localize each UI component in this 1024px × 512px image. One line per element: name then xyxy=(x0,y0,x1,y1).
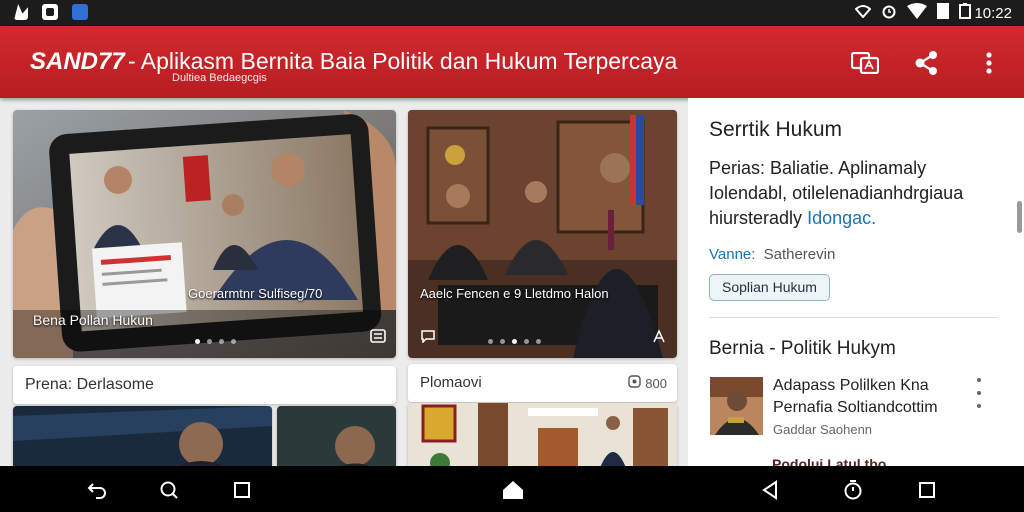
carousel-dots xyxy=(195,339,236,344)
home-icon[interactable] xyxy=(500,477,526,503)
item-more-icon[interactable] xyxy=(976,376,982,419)
card-caption: Bena Pollan Hukun xyxy=(33,312,153,328)
list-item-partial[interactable]: Podolui Latul tbo xyxy=(772,456,886,466)
back-icon[interactable] xyxy=(757,477,783,503)
sidebar-link[interactable]: Idongac. xyxy=(807,208,876,228)
sidebar-section-title: Serrtik Hukum xyxy=(709,118,843,141)
app-title: - Aplikasm Bernita Baia Politik dan Huku… xyxy=(128,48,678,74)
sidebar-text: Perias: Baliatie. Aplinamaly Iolendabl, … xyxy=(709,158,964,228)
comment-icon[interactable] xyxy=(420,329,436,348)
translate-icon[interactable] xyxy=(848,48,882,78)
scrollbar[interactable] xyxy=(1017,201,1022,233)
app-bar: SAND77 - Aplikasm Bernita Baia Politik d… xyxy=(0,26,1024,98)
meta-label: Vanne: xyxy=(709,246,756,263)
overview-icon[interactable] xyxy=(914,477,940,503)
status-bar: 10:22 xyxy=(0,0,1024,26)
battery-icon xyxy=(959,3,972,23)
sidebar-panel: Serrtik Hukum Perias: Baliatie. Aplinama… xyxy=(688,98,1024,466)
notification-blue-icon xyxy=(72,4,88,20)
search-icon[interactable] xyxy=(156,477,182,503)
view-count-icon xyxy=(628,375,641,391)
list-item-title: Adapass Polilken Kna xyxy=(773,377,929,394)
card-overlay-text: Goerarmtnr Sulfiseg/70 xyxy=(188,286,323,301)
card-caption: Aaelc Fencen e 9 Lletdmo Halon xyxy=(420,286,609,301)
recents-icon[interactable] xyxy=(229,477,255,503)
news-photo xyxy=(277,406,396,466)
strip-label: Prena: Derlasome xyxy=(25,376,154,393)
overflow-menu-icon[interactable] xyxy=(972,48,1006,78)
news-card-thumb[interactable] xyxy=(277,406,396,466)
divider xyxy=(709,317,997,318)
app-subtitle: Dultiea Bedaegcgis xyxy=(172,72,267,84)
news-photo xyxy=(408,403,677,466)
notification-app-icon xyxy=(14,4,28,20)
share-icon[interactable] xyxy=(910,48,944,78)
list-item[interactable]: Adapass Polilken Kna Pernafia Soltiandco… xyxy=(709,376,997,438)
news-card-thumb[interactable] xyxy=(408,403,677,466)
alarm-icon xyxy=(881,3,897,23)
news-card-meeting[interactable]: Aaelc Fencen e 9 Lletdmo Halon xyxy=(408,110,677,358)
back-gesture-icon[interactable] xyxy=(84,477,110,503)
signal-icon xyxy=(937,3,950,23)
list-item-thumbnail xyxy=(710,377,763,435)
topic-chip[interactable]: Soplian Hukum xyxy=(709,274,830,301)
view-count: 800 xyxy=(645,375,667,391)
news-photo xyxy=(13,406,272,466)
bookmark-icon[interactable] xyxy=(370,329,386,348)
carousel-dots xyxy=(488,339,541,344)
wifi-icon xyxy=(907,3,928,23)
news-card-featured[interactable]: Goerarmtnr Sulfiseg/70 Bena Pollan Hukun xyxy=(13,110,396,358)
list-item-title-2: Pernafia Soltiandcottim xyxy=(773,399,938,416)
share-small-icon[interactable] xyxy=(651,329,667,348)
wifi-small-icon xyxy=(855,4,872,22)
news-strip[interactable]: Prena: Derlasome xyxy=(13,366,396,404)
clock-time: 10:22 xyxy=(974,4,1012,22)
meta-value: Satherevin xyxy=(763,246,836,263)
news-photo xyxy=(408,110,677,358)
brand-logo-text: SAND77 xyxy=(30,48,125,75)
notification-square-icon xyxy=(42,4,58,20)
news-strip[interactable]: Plomaovi 800 xyxy=(408,364,677,402)
timer-icon[interactable] xyxy=(840,477,866,503)
list-item-meta: Gaddar Saohenn xyxy=(773,422,873,437)
news-card-thumb[interactable] xyxy=(13,406,272,466)
strip-label: Plomaovi xyxy=(420,374,482,391)
sidebar-section2-title: Bernia - Politik Hukym xyxy=(709,338,896,359)
content-area: Goerarmtnr Sulfiseg/70 Bena Pollan Hukun xyxy=(0,98,1024,466)
navigation-bar xyxy=(0,466,1024,512)
